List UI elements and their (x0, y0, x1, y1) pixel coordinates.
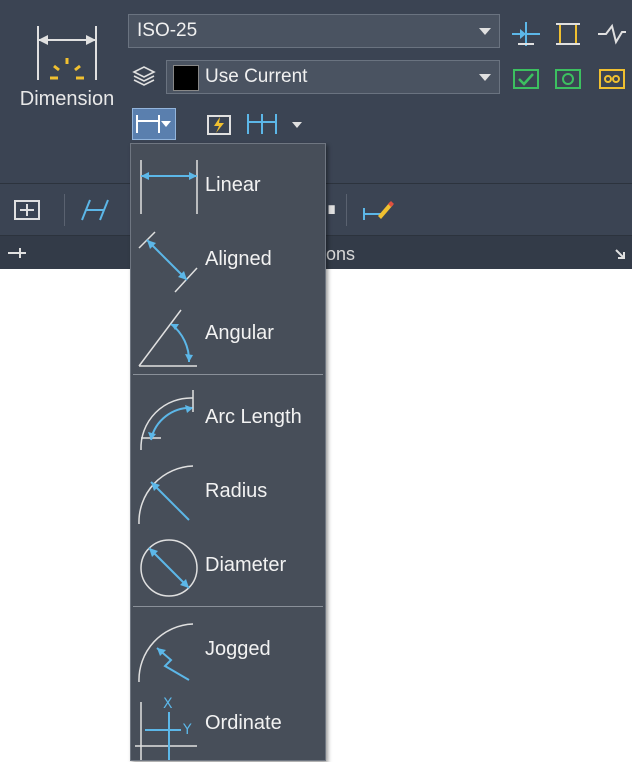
menu-item-label: Linear (205, 174, 261, 196)
radius-dim-icon (138, 465, 194, 525)
dimension-icon (37, 26, 97, 80)
diameter-dim-icon (140, 539, 198, 597)
menu-item-ordinate[interactable]: X Y Ordinate (131, 686, 325, 760)
menu-item-label: Jogged (205, 638, 271, 660)
aligned-dim-icon (138, 231, 198, 293)
center-mark-icon[interactable] (12, 198, 44, 222)
chevron-down-icon (161, 121, 171, 127)
panel-title: ons (326, 244, 356, 264)
chevron-down-icon (479, 74, 491, 81)
menu-item-diameter[interactable]: Diameter (131, 528, 325, 600)
menu-item-label: Angular (205, 322, 274, 344)
angular-dim-icon (138, 309, 197, 367)
ordinate-dim-icon: X Y (135, 696, 197, 760)
dimension-big-button[interactable]: Dimension (8, 8, 126, 126)
continue-baseline-icon[interactable] (244, 110, 284, 138)
dimension-type-dropdown: Linear Aligned Angular Arc Length Radius… (130, 143, 326, 761)
arc-length-dim-icon (140, 390, 194, 451)
oblique-icon[interactable] (78, 196, 112, 224)
layers-icon[interactable] (132, 64, 156, 88)
dialog-launcher-icon[interactable] (614, 248, 626, 260)
menu-item-radius[interactable]: Radius (131, 454, 325, 526)
menu-item-jogged[interactable]: Jogged (131, 612, 325, 684)
menu-item-label: Radius (205, 480, 268, 502)
menu-item-label: Ordinate (205, 712, 282, 734)
partial-icon-fragment: ∎ (326, 198, 338, 218)
jogged-dim-icon (138, 623, 194, 683)
layer-value: Use Current (205, 66, 308, 87)
chevron-down-icon (479, 28, 491, 35)
menu-item-arc-length[interactable]: Arc Length (131, 380, 325, 452)
jogged-linear-icon[interactable] (596, 20, 628, 48)
linear-dim-icon (140, 160, 198, 214)
toolbar-divider (64, 194, 65, 226)
quick-dimension-icon[interactable] (204, 110, 234, 138)
menu-item-label: Aligned (205, 248, 272, 270)
svg-text:X: X (163, 696, 173, 712)
svg-text:Y: Y (182, 722, 192, 738)
menu-separator (133, 606, 323, 607)
chevron-down-icon[interactable] (292, 122, 302, 128)
dimension-button-label: Dimension (19, 88, 115, 110)
menu-item-linear[interactable]: Linear (131, 148, 325, 220)
inspect-check-icon[interactable] (510, 64, 542, 92)
toolbar-divider (346, 194, 347, 226)
menu-item-label: Diameter (205, 554, 287, 576)
layer-combo[interactable]: Use Current (166, 60, 500, 94)
menu-item-label: Arc Length (205, 406, 302, 428)
linear-dim-icon (136, 115, 160, 133)
dimension-break-icon[interactable] (510, 20, 542, 48)
dimstyle-combo[interactable]: ISO-25 (128, 14, 500, 48)
override-edit-icon[interactable] (360, 196, 394, 224)
update-refresh-icon[interactable] (552, 64, 584, 92)
color-swatch (173, 65, 199, 91)
linear-split-button[interactable] (132, 108, 176, 140)
menu-item-angular[interactable]: Angular (131, 296, 325, 368)
panel-pin-icon[interactable] (6, 246, 30, 260)
dimension-space-icon[interactable] (552, 20, 584, 48)
reassociate-icon[interactable] (596, 64, 628, 92)
menu-item-aligned[interactable]: Aligned (131, 222, 325, 294)
menu-separator (133, 374, 323, 375)
dimstyle-value: ISO-25 (137, 20, 198, 41)
